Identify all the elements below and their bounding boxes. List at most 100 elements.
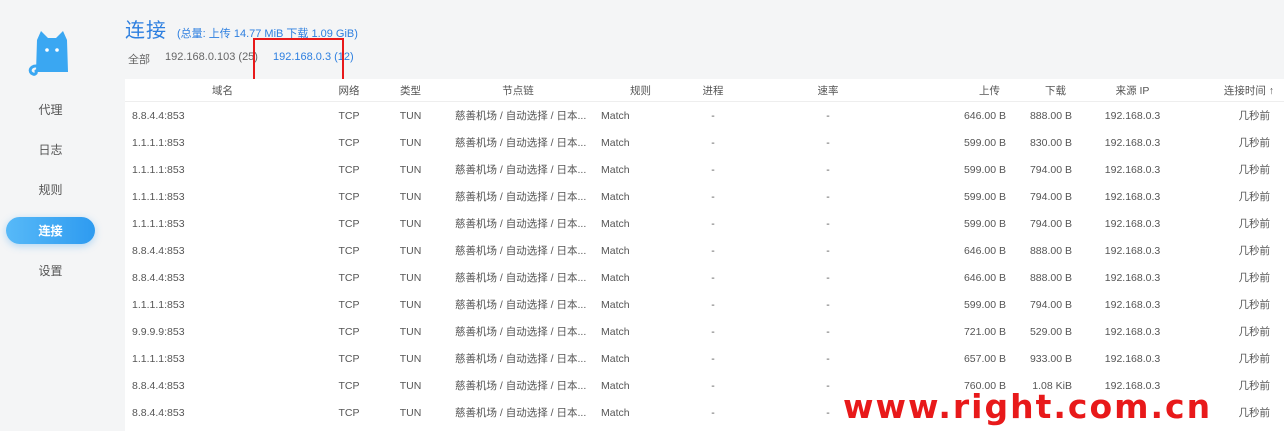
filter-tab-0[interactable]: 全部	[128, 51, 150, 67]
cell-speed: -	[826, 244, 830, 257]
column-header-rule[interactable]: 规则	[593, 83, 688, 98]
cell-upload: 646.00 B	[963, 271, 1006, 284]
traffic-totals: (总量: 上传 14.77 MiB 下载 1.09 GiB)	[177, 28, 358, 40]
column-header-type[interactable]: 类型	[378, 83, 443, 98]
cell-rule: Match	[601, 352, 630, 365]
cell-type: TUN	[399, 352, 422, 365]
table-row[interactable]: 8.8.4.4:853 TCP TUN 慈善机场 / 自动选择 / 日本... Matc…	[125, 399, 1284, 426]
cell-source-ip: 192.168.0.3	[1104, 298, 1161, 311]
cell-chain: 慈善机场 / 自动选择 / 日本...	[455, 353, 587, 365]
filter-tab-2[interactable]: 192.168.0.3 (12)	[273, 51, 354, 67]
filter-tab-1[interactable]: 192.168.0.103 (25)	[165, 51, 258, 67]
table-row[interactable]: 1.1.1.1:853 TCP TUN 慈善机场 / 自动选择 / 日本... Matc…	[125, 291, 1284, 318]
table-row[interactable]: 8.8.4.4:853 TCP TUN 慈善机场 / 自动选择 / 日本... Matc…	[125, 372, 1284, 399]
column-header-download[interactable]: 下载	[1012, 83, 1080, 98]
cell-time: 几秒前	[1238, 164, 1271, 176]
column-header-process[interactable]: 进程	[688, 83, 738, 98]
cell-upload: 657.00 B	[963, 352, 1006, 365]
sidebar-item-0[interactable]: 代理	[6, 96, 95, 123]
column-header-network[interactable]: 网络	[320, 83, 378, 98]
cell-rule: Match	[601, 109, 630, 122]
cell-time: 几秒前	[1238, 218, 1271, 230]
cell-upload: 760.00 B	[963, 379, 1006, 392]
cell-process: -	[711, 271, 715, 284]
sidebar-item-3[interactable]: 连接	[6, 217, 95, 244]
table-row[interactable]: 1.1.1.1:853 TCP TUN 慈善机场 / 自动选择 / 日本... Matc…	[125, 210, 1284, 237]
cell-download: 529.00 B	[1029, 325, 1072, 338]
table-row[interactable]: 8.8.4.4:853 TCP TUN 慈善机场 / 自动选择 / 日本... Matc…	[125, 102, 1284, 129]
cell-process: -	[711, 217, 715, 230]
table-row[interactable]: 8.8.4.4:853 TCP TUN 慈善机场 / 自动选择 / 日本... Matc…	[125, 237, 1284, 264]
connections-table: 域名 网络 类型 节点链 规则 进程 速率 上传 下载 来源 IP 连接时间 ↑ 8.8.4.4:8…	[125, 79, 1284, 431]
cell-chain: 慈善机场 / 自动选择 / 日本...	[455, 245, 587, 257]
cell-network: TCP	[338, 190, 360, 203]
cell-chain: 慈善机场 / 自动选择 / 日本...	[455, 299, 587, 311]
cell-speed: -	[826, 298, 830, 311]
cell-process: -	[711, 379, 715, 392]
cell-speed: -	[826, 352, 830, 365]
cell-time: 几秒前	[1238, 407, 1271, 419]
cell-time: 几秒前	[1238, 326, 1271, 338]
cell-rule: Match	[601, 379, 630, 392]
cell-host: 9.9.9.9:853	[132, 325, 185, 338]
cell-upload: 599.00 B	[963, 163, 1006, 176]
cell-rule: Match	[601, 244, 630, 257]
column-header-speed[interactable]: 速率	[738, 83, 918, 98]
cell-process: -	[711, 325, 715, 338]
cell-download: 794.00 B	[1029, 163, 1072, 176]
cell-type: TUN	[399, 244, 422, 257]
cell-type: TUN	[399, 298, 422, 311]
cell-upload: 599.00 B	[963, 136, 1006, 149]
column-header-host[interactable]: 域名	[125, 83, 320, 98]
cell-source-ip: 192.168.0.3	[1104, 163, 1161, 176]
sidebar: 代理日志规则连接设置	[0, 0, 103, 431]
cell-network: TCP	[338, 325, 360, 338]
cell-download: 888.00 B	[1029, 244, 1072, 257]
table-row[interactable]: 1.1.1.1:853 TCP TUN 慈善机场 / 自动选择 / 日本... Matc…	[125, 183, 1284, 210]
cell-type: TUN	[399, 406, 422, 419]
table-row[interactable]: 1.1.1.1:853 TCP TUN 慈善机场 / 自动选择 / 日本... Matc…	[125, 129, 1284, 156]
cell-download: 794.00 B	[1029, 190, 1072, 203]
column-header-time[interactable]: 连接时间 ↑	[1185, 83, 1284, 98]
cell-host: 1.1.1.1:853	[132, 298, 185, 311]
column-header-chain[interactable]: 节点链	[443, 83, 593, 98]
cell-chain: 慈善机场 / 自动选择 / 日本...	[455, 407, 587, 419]
cell-download: 830.00 B	[1029, 136, 1072, 149]
sidebar-item-2[interactable]: 规则	[6, 176, 95, 203]
cell-chain: 慈善机场 / 自动选择 / 日本...	[455, 218, 587, 230]
cell-speed: -	[826, 406, 830, 419]
cell-download: 1.08 KiB	[1032, 379, 1072, 392]
cell-upload: 599.00 B	[963, 190, 1006, 203]
cell-host: 8.8.4.4:853	[132, 379, 185, 392]
cell-speed: -	[826, 217, 830, 230]
table-row[interactable]: 9.9.9.9:853 TCP TUN 慈善机场 / 自动选择 / 日本... Matc…	[125, 318, 1284, 345]
table-row[interactable]: 8.8.4.4:853 TCP TUN 慈善机场 / 自动选择 / 日本... Matc…	[125, 264, 1284, 291]
table-row[interactable]: 1.1.1.1:853 TCP TUN 慈善机场 / 自动选择 / 日本... Matc…	[125, 345, 1284, 372]
sidebar-item-4[interactable]: 设置	[6, 257, 95, 284]
cell-network: TCP	[338, 352, 360, 365]
cell-type: TUN	[399, 271, 422, 284]
cell-chain: 慈善机场 / 自动选择 / 日本...	[455, 137, 587, 149]
cell-rule: Match	[601, 136, 630, 149]
cell-source-ip: 192.168.0.3	[1104, 244, 1161, 257]
cell-process: -	[711, 136, 715, 149]
sidebar-item-1[interactable]: 日志	[6, 136, 95, 163]
cell-type: TUN	[399, 136, 422, 149]
cell-download: 888.00 B	[1029, 109, 1072, 122]
cell-source-ip: 192.168.0.3	[1104, 217, 1161, 230]
cell-upload: 646.00 B	[963, 244, 1006, 257]
cell-source-ip: 192.168.0.3	[1104, 325, 1161, 338]
cell-process: -	[711, 352, 715, 365]
cell-type: TUN	[399, 109, 422, 122]
cell-type: TUN	[399, 325, 422, 338]
cell-upload: 599.00 B	[963, 298, 1006, 311]
cell-type: TUN	[399, 217, 422, 230]
cell-host: 1.1.1.1:853	[132, 352, 185, 365]
column-header-source-ip[interactable]: 来源 IP	[1080, 83, 1185, 98]
cell-network: TCP	[338, 217, 360, 230]
cell-network: TCP	[338, 109, 360, 122]
cell-chain: 慈善机场 / 自动选择 / 日本...	[455, 164, 587, 176]
column-header-upload[interactable]: 上传	[918, 83, 1012, 98]
cell-network: TCP	[338, 379, 360, 392]
table-row[interactable]: 1.1.1.1:853 TCP TUN 慈善机场 / 自动选择 / 日本... Matc…	[125, 156, 1284, 183]
